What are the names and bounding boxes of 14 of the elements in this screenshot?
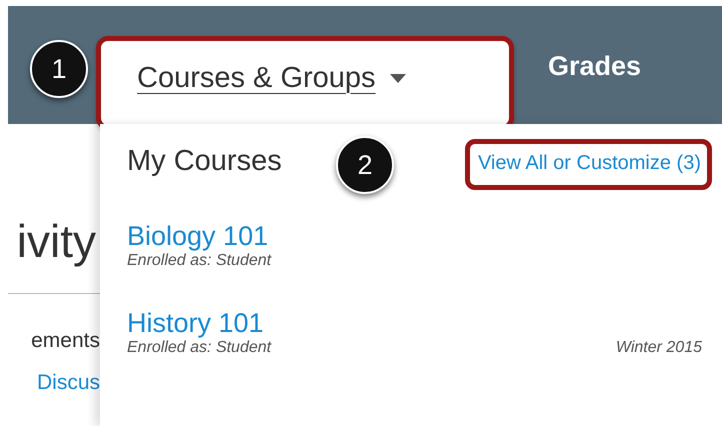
page-heading: ivity bbox=[16, 214, 97, 268]
menu-title: My Courses bbox=[127, 144, 282, 178]
step-badge: 2 bbox=[336, 136, 394, 194]
view-all-link[interactable]: View All or Customize (3) bbox=[478, 152, 701, 174]
enrollment-role: Enrolled as: Student bbox=[127, 339, 272, 357]
section-label: ements bbox=[30, 329, 100, 353]
nav-tab[interactable]: Grades bbox=[542, 36, 648, 96]
course-term: Winter 2015 bbox=[616, 339, 702, 357]
course-link[interactable]: Biology 101 bbox=[127, 221, 710, 252]
course-link[interactable]: History 101 bbox=[127, 308, 710, 339]
enrollment-role: Enrolled as: Student bbox=[127, 252, 272, 270]
discussion-link[interactable]: Discus bbox=[8, 371, 100, 395]
step-badge: 1 bbox=[30, 40, 88, 98]
nav-tab[interactable]: Courses & Groups bbox=[101, 62, 406, 104]
